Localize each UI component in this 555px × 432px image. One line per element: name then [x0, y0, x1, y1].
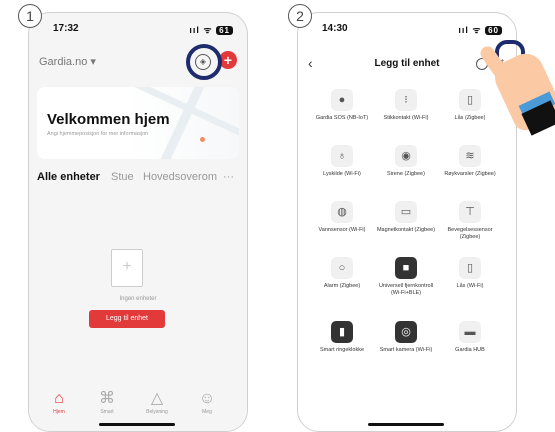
- device-item[interactable]: ▮ Smart ringeklokke: [312, 321, 372, 354]
- tab-living-room[interactable]: Stue: [111, 171, 134, 183]
- magnet-icon: ▭: [395, 201, 417, 223]
- camera-icon: ◎: [395, 321, 417, 343]
- device-label: Lyskilde (Wi-Fi): [323, 171, 361, 177]
- doorbell-icon: ▮: [331, 321, 353, 343]
- smoke-icon: ≋: [459, 145, 481, 167]
- device-item[interactable]: ⁝ Stikkontakt (Wi-Fi): [376, 89, 436, 122]
- welcome-title: Velkommen hjem: [47, 111, 170, 128]
- nav-lighting[interactable]: △ Belysning: [135, 389, 179, 415]
- water-icon: ◍: [331, 201, 353, 223]
- battery-icon: 60: [485, 26, 502, 35]
- siren-icon: ◉: [395, 145, 417, 167]
- status-bar: 17:32 ııl ᯤ 61: [29, 13, 247, 39]
- plug-icon: ⁝: [395, 89, 417, 111]
- tab-all-devices[interactable]: Alle enheter: [37, 171, 100, 183]
- home-icon: ⌂: [54, 390, 64, 407]
- lock-icon: ▯: [459, 89, 481, 111]
- home-indicator: [368, 423, 444, 426]
- lighting-icon: △: [150, 390, 164, 407]
- status-bar: 14:30 ııl ᯤ 60: [298, 13, 516, 39]
- device-item[interactable]: ◎ Smart kamera (Wi-Fi): [376, 321, 436, 354]
- device-label: Lås (Zigbee): [454, 115, 486, 121]
- device-item[interactable]: ▬ Gardia HUB: [440, 321, 500, 354]
- welcome-subtitle: Angi hjemmeposisjon for mer informasjon: [47, 131, 149, 137]
- lock-icon: ▯: [459, 257, 481, 279]
- tab-master-bedroom[interactable]: Hovedsoverom: [143, 171, 217, 183]
- device-label: Gardia SOS (NB-IoT): [315, 115, 369, 121]
- device-label: Vannsensor (Wi-Fi): [318, 227, 366, 233]
- device-label: Sirene (Zigbee): [387, 171, 425, 177]
- status-time: 14:30: [322, 23, 348, 34]
- device-label: Stikkontakt (Wi-Fi): [383, 115, 429, 121]
- hub-icon: ▬: [459, 321, 481, 343]
- device-label: Røykvarsler (Zigbee): [444, 171, 496, 177]
- add-device-button[interactable]: Legg til enhet: [89, 310, 165, 328]
- device-label: Smart kamera (Wi-Fi): [379, 347, 433, 353]
- device-item[interactable]: ◍ Vannsensor (Wi-Fi): [312, 201, 372, 234]
- home-selector[interactable]: Gardia.no ▾: [39, 55, 96, 68]
- device-item[interactable]: ⊤ Bevegelsessensor (Zigbee): [440, 201, 500, 241]
- smart-icon: ⌘: [99, 390, 115, 407]
- nav-smart[interactable]: ⌘ Smart: [85, 389, 129, 415]
- alarm-icon: ○: [331, 257, 353, 279]
- motion-icon: ⊤: [459, 201, 481, 223]
- profile-icon: ☺: [198, 390, 216, 407]
- device-label: Smart ringeklokke: [319, 347, 365, 353]
- nav-lighting-label: Belysning: [146, 409, 168, 415]
- nav-profile[interactable]: ☺ Meg: [185, 389, 229, 415]
- signal-wifi-icon: ııl ᯤ: [458, 25, 482, 35]
- status-icons: ııl ᯤ 61: [189, 23, 233, 36]
- device-label: Gardia HUB: [455, 347, 485, 353]
- empty-document-icon: [111, 249, 143, 287]
- empty-state-text: Ingen enheter: [119, 296, 157, 302]
- step-1-badge: 1: [18, 4, 42, 28]
- device-label: Lås (Wi-Fi): [456, 283, 484, 289]
- status-icons: ııl ᯤ 60: [458, 23, 502, 36]
- device-label: Bevegelsessensor (Zigbee): [447, 227, 493, 240]
- nav-home-label: Hjem: [53, 409, 65, 415]
- battery-icon: 61: [216, 26, 233, 35]
- status-time: 17:32: [53, 23, 79, 34]
- device-label: Alarm (Zigbee): [323, 283, 361, 289]
- device-label: Magnetkontakt (Zigbee): [376, 227, 436, 233]
- device-item[interactable]: ▭ Magnetkontakt (Zigbee): [376, 201, 436, 234]
- welcome-card[interactable]: Velkommen hjem Angi hjemmeposisjon for m…: [37, 87, 239, 159]
- sos-icon: ●: [331, 89, 353, 111]
- tabs-more-icon[interactable]: ···: [223, 171, 234, 183]
- room-tabs: Alle enheter Stue Hovedsoverom ···: [37, 171, 239, 189]
- map-marker-icon: [200, 137, 205, 142]
- nav-profile-label: Meg: [202, 409, 212, 415]
- device-item[interactable]: ◉ Sirene (Zigbee): [376, 145, 436, 178]
- step-2-badge: 2: [288, 4, 312, 28]
- device-item[interactable]: ≋ Røykvarsler (Zigbee): [440, 145, 500, 178]
- phone-screen-add-device: 14:30 ııl ᯤ 60 ‹ Legg til enhet ⌗ ●Gardi…: [297, 12, 517, 432]
- nav-home[interactable]: ⌂ Hjem: [37, 389, 81, 415]
- remote-icon: ■: [395, 257, 417, 279]
- device-label: Universell fjernkontroll (Wi-Fi+BLE): [378, 283, 434, 296]
- signal-wifi-icon: ııl ᯤ: [189, 25, 213, 35]
- highlight-circle-plus: [186, 44, 222, 80]
- device-item[interactable]: ● Gardia SOS (NB-IoT): [312, 89, 372, 122]
- device-item[interactable]: ▯ Lås (Wi-Fi): [440, 257, 500, 290]
- device-item[interactable]: ■ Universell fjernkontroll (Wi-Fi+BLE): [376, 257, 436, 297]
- device-item[interactable]: ▯ Lås (Zigbee): [440, 89, 500, 122]
- device-item[interactable]: ○ Alarm (Zigbee): [312, 257, 372, 290]
- device-item[interactable]: ♁ Lyskilde (Wi-Fi): [312, 145, 372, 178]
- nav-smart-label: Smart: [100, 409, 114, 415]
- bulb-icon: ♁: [331, 145, 353, 167]
- home-indicator: [99, 423, 175, 426]
